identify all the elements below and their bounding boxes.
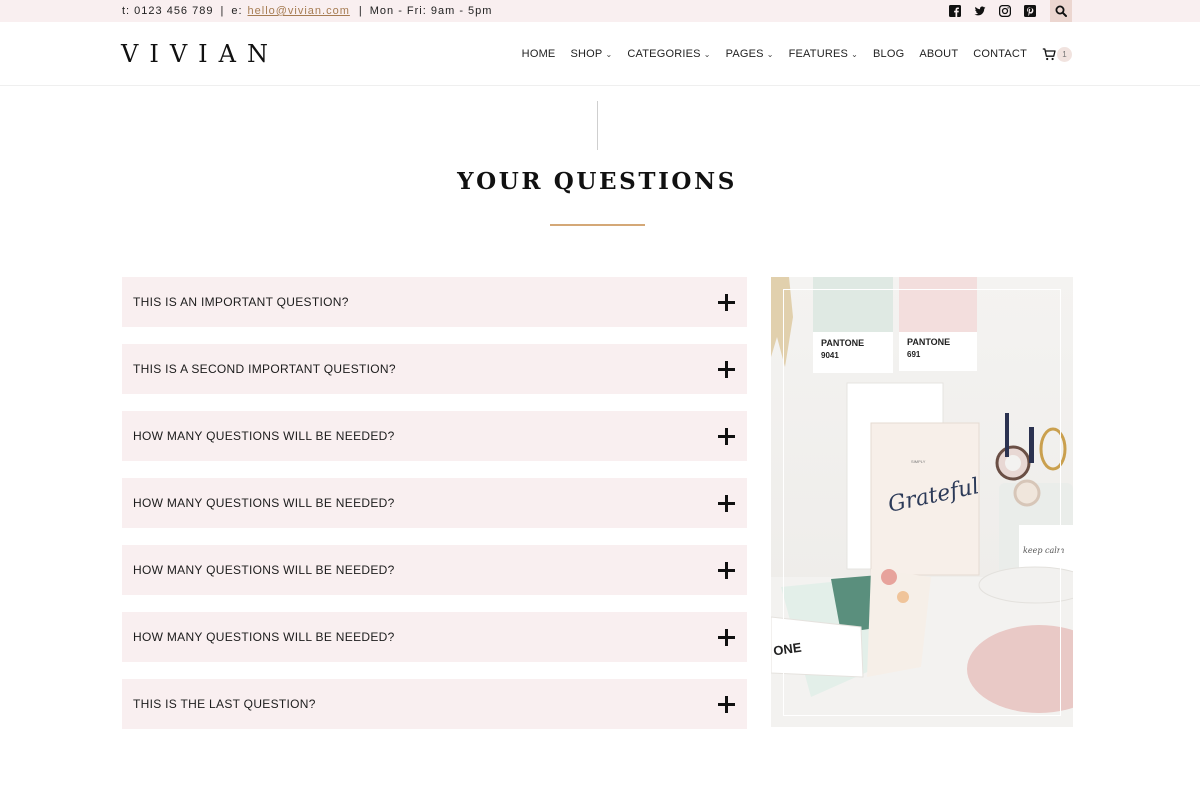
- faq-accordion: THIS IS AN IMPORTANT QUESTION? THIS IS A…: [122, 277, 747, 746]
- nav-item-shop[interactable]: SHOP ⌄: [570, 48, 612, 60]
- nav-item-home[interactable]: HOME: [522, 48, 556, 60]
- faq-question: HOW MANY QUESTIONS WILL BE NEEDED?: [133, 496, 395, 510]
- chevron-down-icon: ⌄: [766, 49, 774, 59]
- faq-question: HOW MANY QUESTIONS WILL BE NEEDED?: [133, 563, 395, 577]
- title-underline: [550, 224, 645, 226]
- nav-item-pages[interactable]: PAGES ⌄: [726, 48, 774, 60]
- twitter-icon[interactable]: [974, 5, 986, 17]
- jar-label-text: keep calm: [1023, 546, 1065, 555]
- plus-icon[interactable]: [718, 293, 735, 311]
- faq-question: THIS IS A SECOND IMPORTANT QUESTION?: [133, 362, 396, 376]
- chevron-down-icon: ⌄: [703, 49, 711, 59]
- pinterest-icon[interactable]: [1024, 5, 1036, 17]
- plus-icon[interactable]: [718, 628, 735, 646]
- chevron-down-icon: ⌄: [605, 49, 613, 59]
- faq-item[interactable]: HOW MANY QUESTIONS WILL BE NEEDED?: [122, 411, 747, 461]
- plus-icon[interactable]: [718, 360, 735, 378]
- faq-question: HOW MANY QUESTIONS WILL BE NEEDED?: [133, 429, 395, 443]
- faq-question: THIS IS AN IMPORTANT QUESTION?: [133, 295, 349, 309]
- decorative-vertical-line: [597, 101, 598, 150]
- plus-icon[interactable]: [718, 427, 735, 445]
- faq-item[interactable]: HOW MANY QUESTIONS WILL BE NEEDED?: [122, 612, 747, 662]
- instagram-icon[interactable]: [999, 5, 1011, 17]
- nav-item-contact[interactable]: CONTACT: [973, 48, 1027, 60]
- faq-item[interactable]: HOW MANY QUESTIONS WILL BE NEEDED?: [122, 478, 747, 528]
- email-prefix: e:: [231, 5, 243, 17]
- site-logo[interactable]: VIVIAN: [121, 40, 279, 68]
- chevron-down-icon: ⌄: [851, 49, 858, 59]
- nav-item-blog[interactable]: BLOG: [873, 48, 904, 60]
- notebook-small-text: SIMPLY: [911, 459, 926, 464]
- cart-button[interactable]: 1: [1042, 46, 1072, 62]
- swatch-brand: PANTONE: [821, 338, 864, 348]
- faq-question: HOW MANY QUESTIONS WILL BE NEEDED?: [133, 630, 395, 644]
- nav-item-about[interactable]: ABOUT: [919, 48, 958, 60]
- cart-icon: [1042, 47, 1056, 60]
- email-link[interactable]: hello@vivian.com: [248, 5, 350, 17]
- swatch-brand: PANTONE: [907, 337, 950, 347]
- facebook-icon[interactable]: [949, 5, 961, 17]
- plus-icon[interactable]: [718, 494, 735, 512]
- faq-item[interactable]: HOW MANY QUESTIONS WILL BE NEEDED?: [122, 545, 747, 595]
- nav-item-categories[interactable]: CATEGORIES ⌄: [627, 48, 710, 60]
- decorative-photo: PANTONE 9041 PANTONE 691 SIMPLY Grateful…: [771, 277, 1073, 727]
- social-links: [949, 0, 1072, 22]
- site-header: VIVIAN HOME SHOP ⌄ CATEGORIES ⌄ PAGES ⌄ FEA…: [0, 22, 1200, 86]
- plus-icon[interactable]: [718, 695, 735, 713]
- top-bar: t: 0123 456 789 | e: hello@vivian.com | …: [0, 0, 1200, 22]
- swatch-code: 691: [907, 350, 921, 359]
- phone-text: t: 0123 456 789: [122, 5, 214, 17]
- faq-item[interactable]: THIS IS THE LAST QUESTION?: [122, 679, 747, 729]
- plus-icon[interactable]: [718, 561, 735, 579]
- page-title: YOUR QUESTIONS: [457, 168, 737, 195]
- faq-question: THIS IS THE LAST QUESTION?: [133, 697, 316, 711]
- swatch-code: 9041: [821, 351, 839, 360]
- faq-item[interactable]: THIS IS AN IMPORTANT QUESTION?: [122, 277, 747, 327]
- faq-item[interactable]: THIS IS A SECOND IMPORTANT QUESTION?: [122, 344, 747, 394]
- contact-info: t: 0123 456 789 | e: hello@vivian.com | …: [122, 0, 492, 22]
- search-icon[interactable]: [1050, 0, 1072, 22]
- hours-text: Mon - Fri: 9am - 5pm: [369, 5, 493, 17]
- nav-item-features[interactable]: FEATURES ⌄: [789, 48, 858, 60]
- separator: |: [358, 5, 363, 17]
- separator: |: [220, 5, 225, 17]
- main-nav: HOME SHOP ⌄ CATEGORIES ⌄ PAGES ⌄ FEATURES ⌄ …: [507, 22, 1072, 86]
- cart-count-badge: 1: [1057, 46, 1072, 62]
